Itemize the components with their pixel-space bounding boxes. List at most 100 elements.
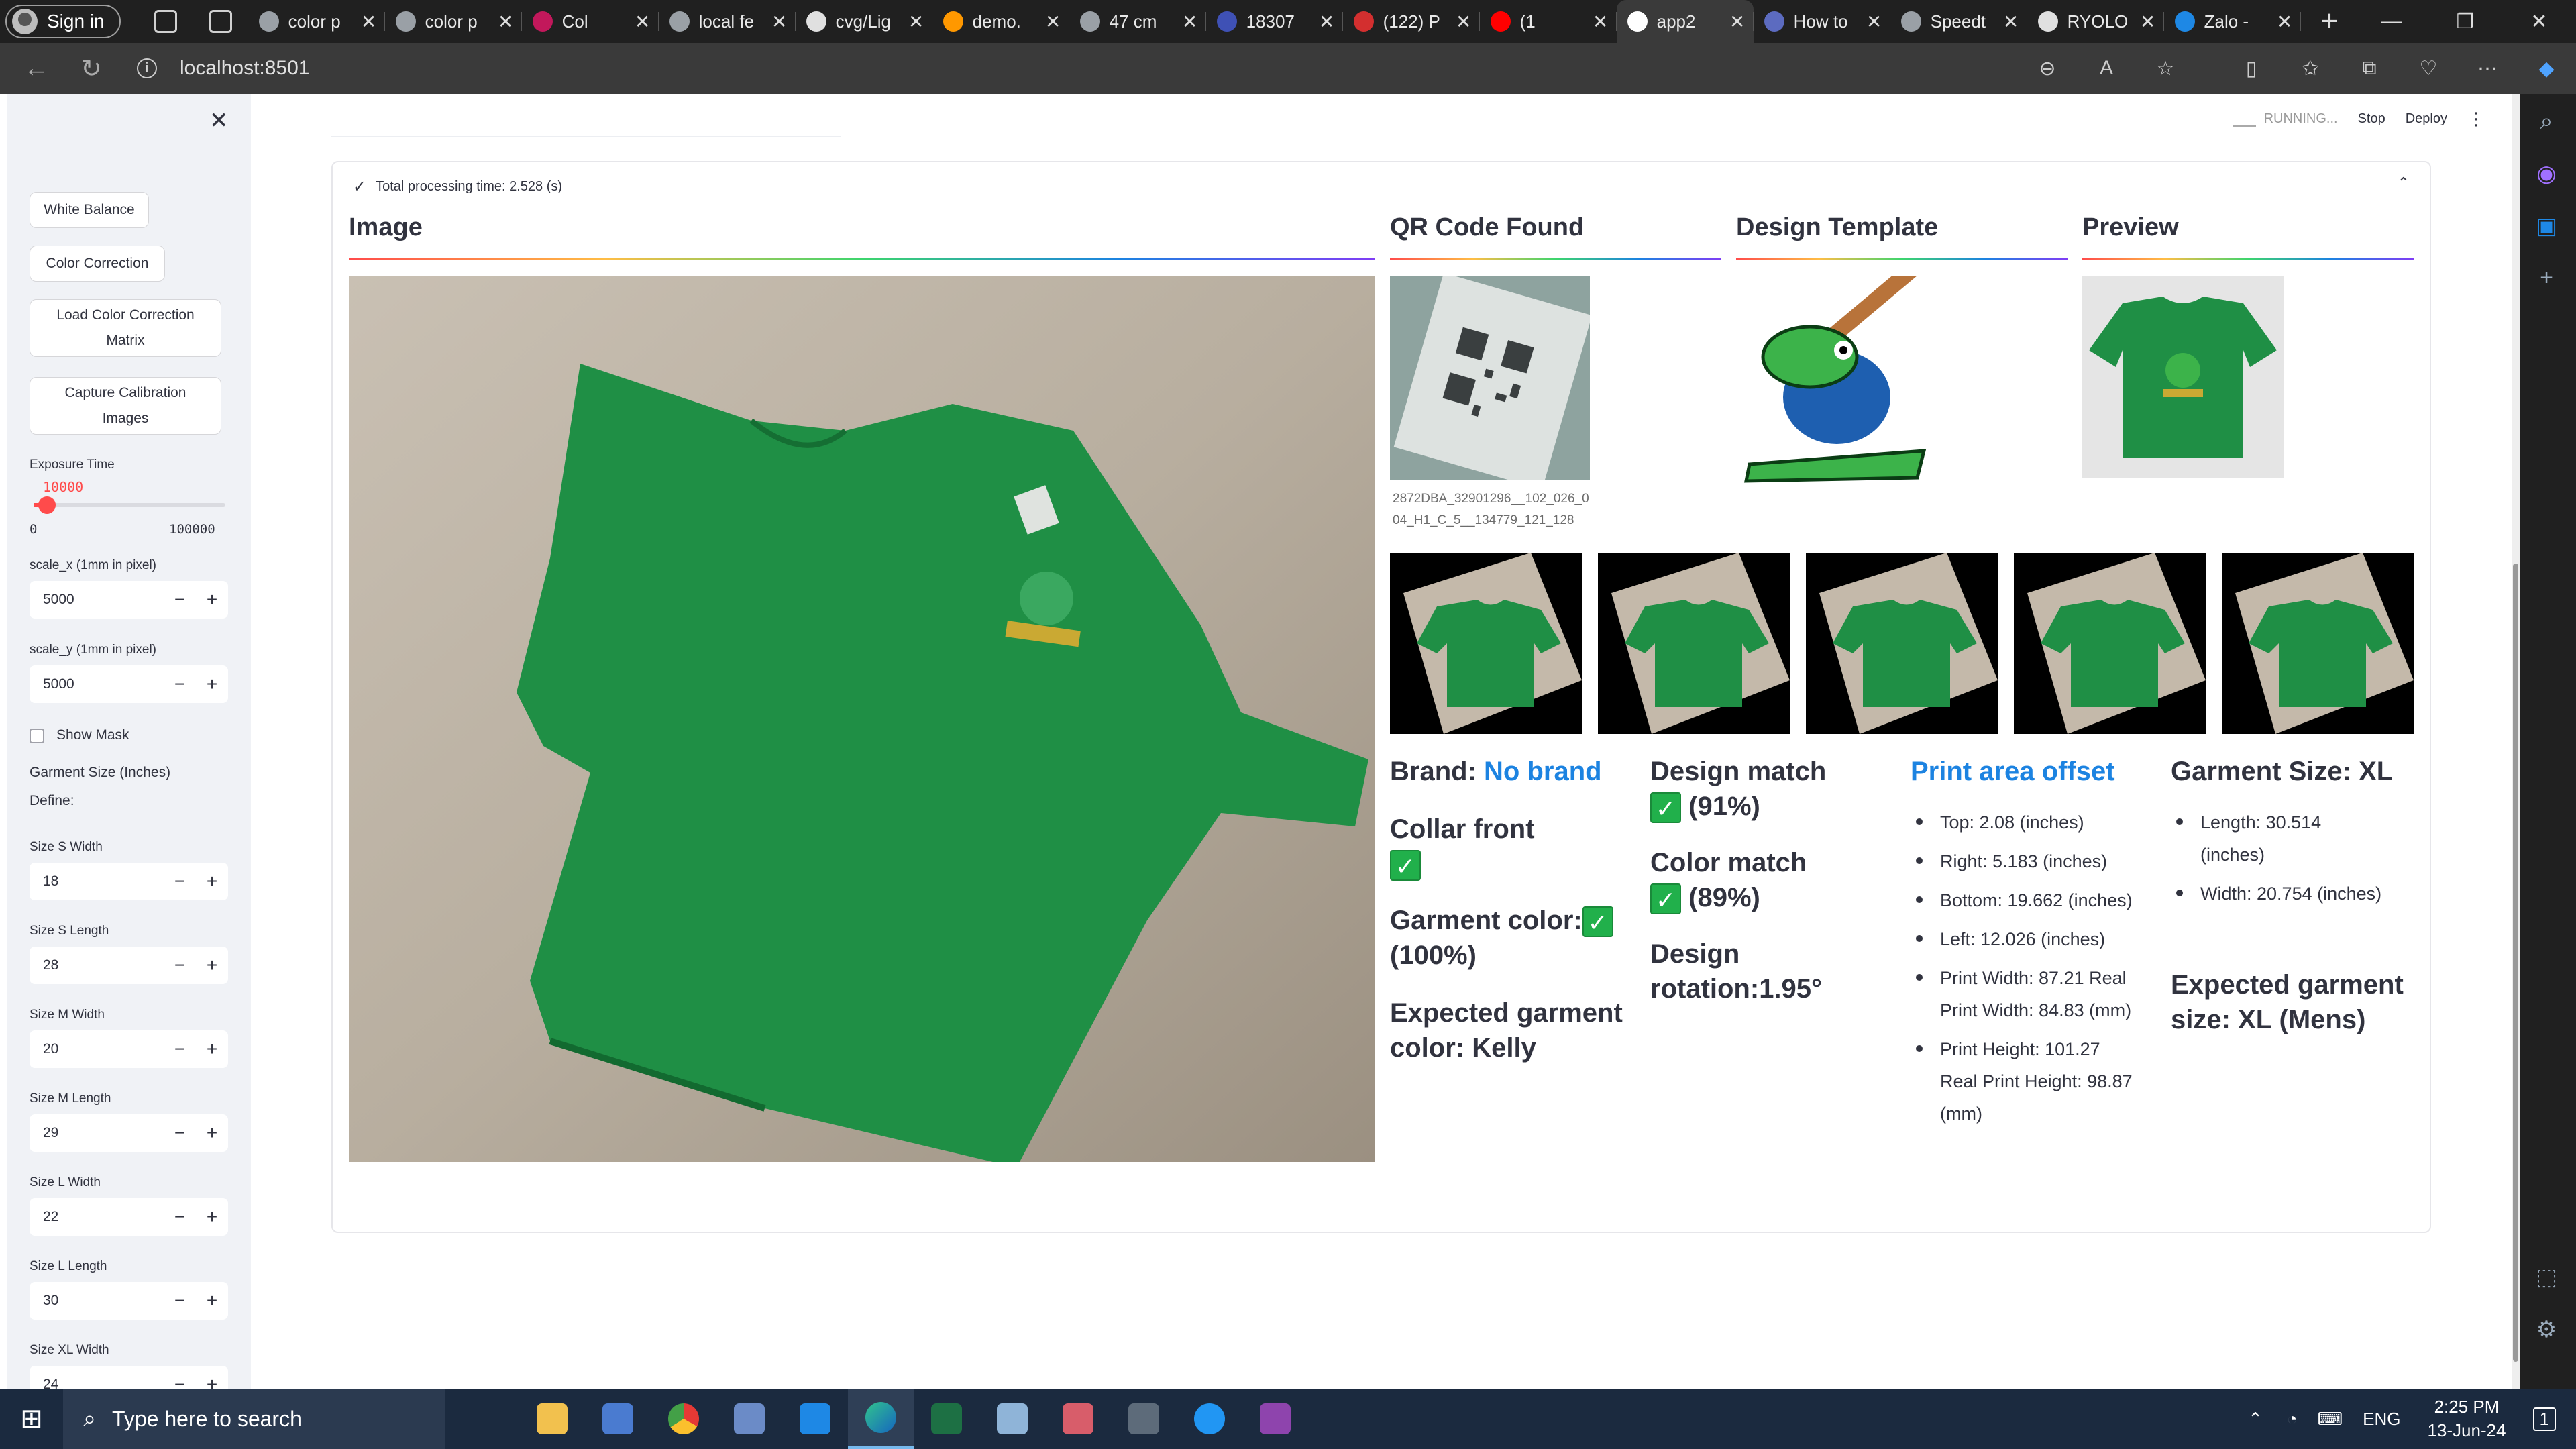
store-icon[interactable]	[585, 1389, 651, 1449]
size-input[interactable]: 20− +	[30, 1030, 228, 1068]
zalo-icon[interactable]	[1177, 1389, 1242, 1449]
file-explorer-icon[interactable]	[519, 1389, 585, 1449]
excel-icon[interactable]	[914, 1389, 979, 1449]
scale-y-input[interactable]: 5000− +	[30, 665, 228, 703]
scale-y-value[interactable]: 5000	[30, 676, 164, 692]
browser-tab[interactable]: RYOLO ✕	[2027, 0, 2164, 43]
load-ccm-button[interactable]: Load Color Correction Matrix	[30, 299, 221, 357]
notepad-icon[interactable]	[979, 1389, 1045, 1449]
tab-close-icon[interactable]: ✕	[2002, 11, 2021, 33]
decrement-button[interactable]: −	[164, 1206, 196, 1228]
scale-x-value[interactable]: 5000	[30, 592, 164, 608]
scrollbar-thumb[interactable]	[2513, 564, 2518, 1362]
more-menu-icon[interactable]: ⋯	[2458, 57, 2517, 80]
tab-close-icon[interactable]: ✕	[1044, 11, 1063, 33]
favorites-icon[interactable]: ✩	[2281, 57, 2340, 80]
increment-button[interactable]: +	[196, 674, 228, 695]
close-window-icon[interactable]: ✕	[2502, 10, 2576, 34]
read-aloud-icon[interactable]: A	[2077, 57, 2136, 80]
tab-actions-icon[interactable]	[209, 10, 232, 33]
increment-button[interactable]: +	[196, 1122, 228, 1144]
collections-icon[interactable]: ⧉	[2340, 57, 2399, 80]
increment-button[interactable]: +	[196, 1206, 228, 1228]
tab-close-icon[interactable]: ✕	[1181, 11, 1199, 33]
language-indicator[interactable]: ENG	[2363, 1409, 2400, 1430]
increment-button[interactable]: +	[196, 1290, 228, 1311]
tray-chevron-icon[interactable]: ⌃	[2248, 1409, 2263, 1430]
decrement-button[interactable]: −	[164, 1122, 196, 1144]
split-screen-icon[interactable]: ▯	[2222, 57, 2281, 80]
clock[interactable]: 2:25 PM 13-Jun-24	[2427, 1395, 2506, 1442]
browser-tab[interactable]: color p ✕	[385, 0, 522, 43]
browser-tab[interactable]: (122) P ✕	[1343, 0, 1480, 43]
workspaces-icon[interactable]	[154, 10, 177, 33]
refresh-icon[interactable]: ↻	[72, 54, 110, 84]
sidebar-outlook-icon[interactable]: ▣	[2517, 213, 2576, 239]
color-correction-button[interactable]: Color Correction	[30, 246, 165, 282]
increment-button[interactable]: +	[196, 1374, 228, 1389]
snipping-icon[interactable]	[1045, 1389, 1111, 1449]
tab-close-icon[interactable]: ✕	[496, 11, 515, 33]
show-mask-checkbox[interactable]	[30, 729, 44, 743]
decrement-button[interactable]: −	[164, 1290, 196, 1311]
increment-button[interactable]: +	[196, 871, 228, 892]
size-input[interactable]: 22− +	[30, 1198, 228, 1236]
size-value[interactable]: 24	[30, 1377, 164, 1389]
decrement-button[interactable]: −	[164, 674, 196, 695]
browser-tab[interactable]: demo. ✕	[932, 0, 1069, 43]
tab-close-icon[interactable]: ✕	[1865, 11, 1884, 33]
decrement-button[interactable]: −	[164, 1374, 196, 1389]
new-tab-button[interactable]: +	[2321, 5, 2339, 38]
sidebar-add-icon[interactable]: +	[2517, 265, 2576, 291]
tab-close-icon[interactable]: ✕	[633, 11, 652, 33]
app-icon[interactable]	[716, 1389, 782, 1449]
calculator-icon[interactable]	[1111, 1389, 1177, 1449]
zoom-icon[interactable]: ⊖	[2018, 57, 2077, 80]
browser-tab[interactable]: local fe ✕	[659, 0, 796, 43]
size-input[interactable]: 24− +	[30, 1366, 228, 1389]
decrement-button[interactable]: −	[164, 1038, 196, 1060]
decrement-button[interactable]: −	[164, 955, 196, 976]
chevron-up-icon[interactable]: ⌃	[2398, 174, 2410, 192]
browser-tab[interactable]: Col ✕	[522, 0, 659, 43]
site-info-icon[interactable]: i	[137, 58, 157, 78]
size-value[interactable]: 18	[30, 873, 164, 890]
profile-signin-button[interactable]: Sign in	[5, 5, 121, 38]
sidebar-screenshot-icon[interactable]: ⬚	[2517, 1264, 2576, 1291]
tab-close-icon[interactable]: ✕	[360, 11, 378, 33]
increment-button[interactable]: +	[196, 955, 228, 976]
white-balance-button[interactable]: White Balance	[30, 192, 149, 228]
browser-tab[interactable]: color p ✕	[248, 0, 385, 43]
browser-tab[interactable]: How to ✕	[1754, 0, 1890, 43]
expander-header[interactable]: ✓ Total processing time: 2.528 (s)	[353, 177, 562, 197]
chrome-icon[interactable]	[651, 1389, 716, 1449]
size-value[interactable]: 20	[30, 1041, 164, 1057]
windows-start-icon[interactable]: ⊞	[0, 1403, 63, 1434]
copilot-icon[interactable]: ◆	[2517, 57, 2576, 80]
back-icon[interactable]: ←	[17, 54, 55, 83]
size-value[interactable]: 28	[30, 957, 164, 973]
size-value[interactable]: 30	[30, 1293, 164, 1309]
decrement-button[interactable]: −	[164, 871, 196, 892]
size-input[interactable]: 30− +	[30, 1282, 228, 1320]
decrement-button[interactable]: −	[164, 589, 196, 610]
exposure-slider-track[interactable]	[34, 503, 225, 507]
browser-tab[interactable]: 47 cm ✕	[1069, 0, 1206, 43]
size-value[interactable]: 29	[30, 1125, 164, 1141]
page-scrollbar[interactable]	[2512, 94, 2520, 1389]
exposure-slider-thumb[interactable]	[38, 496, 56, 514]
favorite-star-icon[interactable]: ☆	[2136, 57, 2195, 80]
browser-tab[interactable]: Speedt ✕	[1890, 0, 2027, 43]
sidebar-settings-icon[interactable]: ⚙	[2517, 1316, 2576, 1343]
network-icon[interactable]: ◔	[2287, 1409, 2298, 1430]
close-sidebar-icon[interactable]: ✕	[209, 107, 229, 134]
browser-essentials-icon[interactable]: ♡	[2399, 57, 2458, 80]
size-input[interactable]: 29− +	[30, 1114, 228, 1152]
browser-tab[interactable]: Zalo - ✕	[2164, 0, 2301, 43]
minimize-icon[interactable]: —	[2355, 10, 2428, 33]
sidebar-search-icon[interactable]: ⌕	[2517, 109, 2576, 135]
notification-icon[interactable]: 1	[2532, 1407, 2556, 1431]
deploy-button[interactable]: Deploy	[2406, 111, 2447, 127]
browser-tab[interactable]: (1 ✕	[1480, 0, 1617, 43]
browser-tab[interactable]: app2 ✕	[1616, 0, 1754, 43]
